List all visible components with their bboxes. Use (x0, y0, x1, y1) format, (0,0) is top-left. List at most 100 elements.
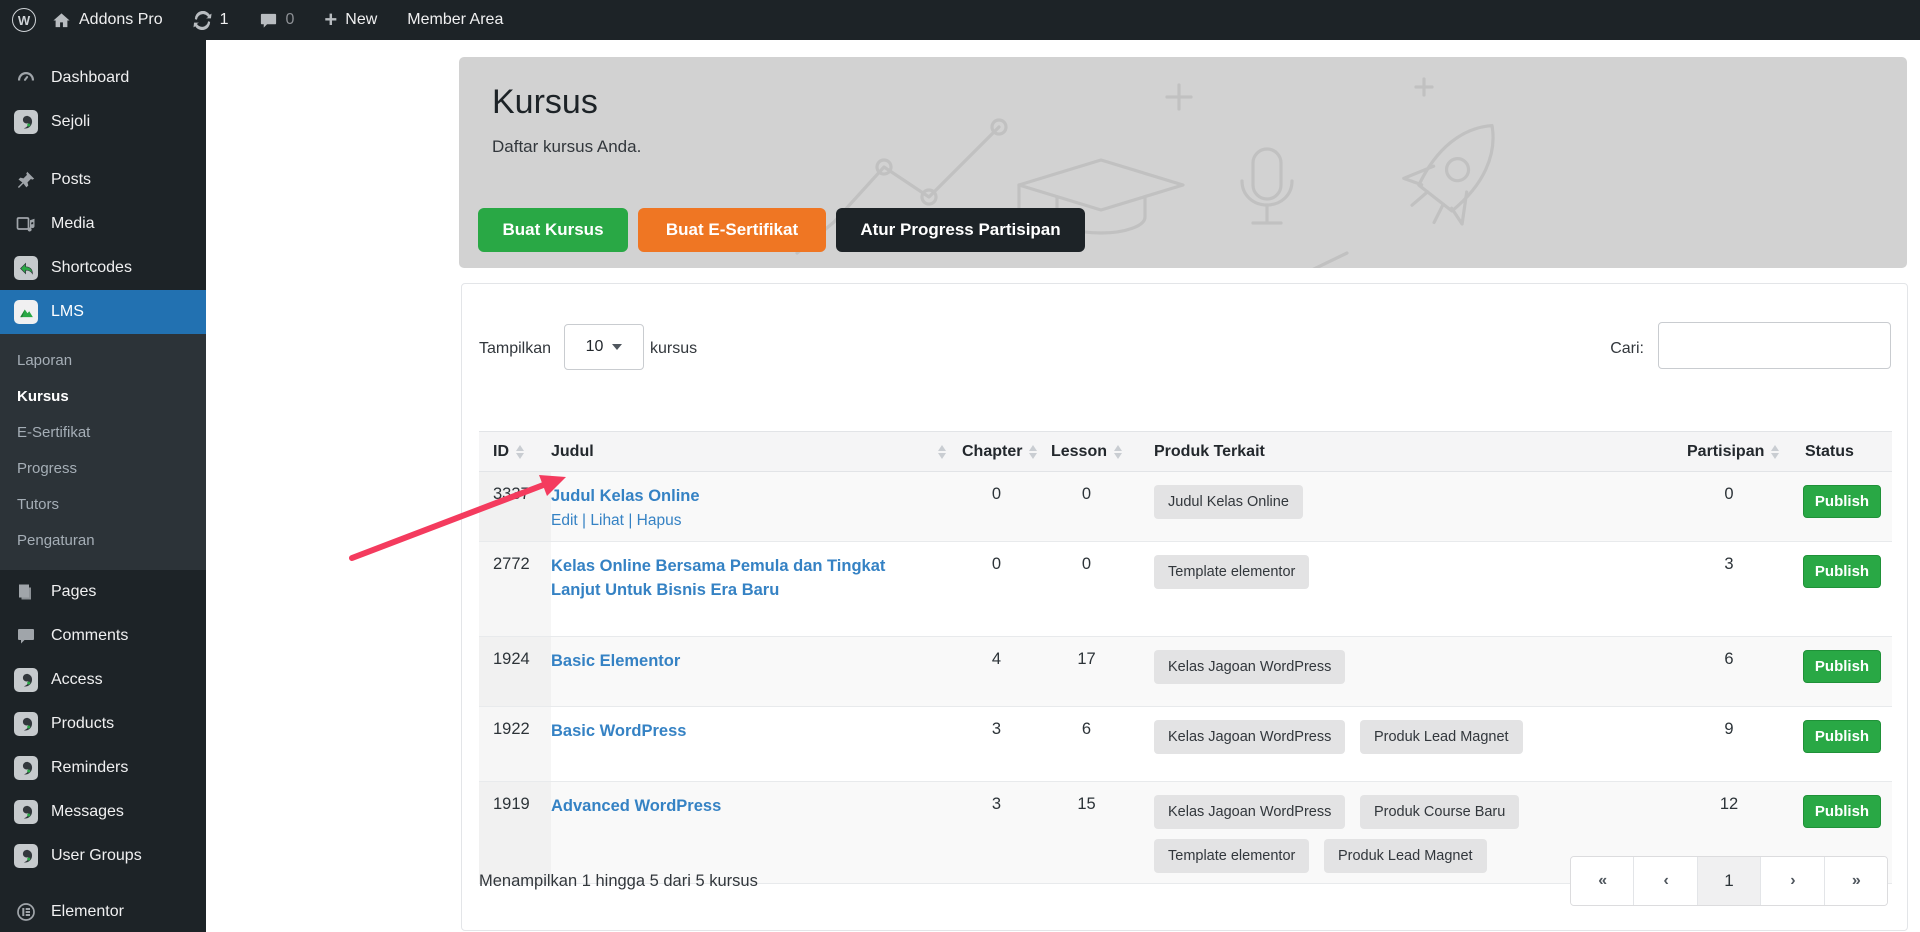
atur-progress-partisipan-button[interactable]: Atur Progress Partisipan (836, 208, 1085, 252)
row-actions: Edit | Lihat | Hapus (551, 512, 954, 530)
header-partisipan[interactable]: Partisipan (1679, 432, 1779, 472)
sidebar-item-access[interactable]: Access (0, 658, 206, 702)
dropdown-caret-icon (612, 344, 622, 350)
plus-icon: + (324, 11, 337, 29)
cell-id: 3337 (479, 472, 551, 542)
admin-bar: W Addons Pro 1 0 + New Member Area (0, 0, 1920, 40)
table-row: 3337 Judul Kelas Online Edit | Lihat | H… (479, 472, 1892, 542)
submenu-item-kursus[interactable]: Kursus (0, 378, 206, 414)
sidebar-item-media[interactable]: Media (0, 202, 206, 246)
header-produk-terkait: Produk Terkait (1134, 432, 1679, 472)
cell-judul: Kelas Online Bersama Pemula dan Tingkat … (551, 542, 954, 637)
new-label: New (345, 11, 377, 29)
submenu-item-laporan[interactable]: Laporan (0, 342, 206, 378)
sidebar-item-sejoli[interactable]: Sejoli (0, 100, 206, 144)
publish-status-button[interactable]: Publish (1803, 795, 1881, 828)
sidebar-item-label: Sejoli (51, 113, 90, 131)
publish-status-button[interactable]: Publish (1803, 555, 1881, 588)
last-page-button[interactable]: » (1824, 857, 1887, 905)
course-title-link[interactable]: Judul Kelas Online (551, 485, 700, 509)
submenu-item-e-sertifikat[interactable]: E-Sertifikat (0, 414, 206, 450)
site-name-menu[interactable]: Addons Pro (52, 11, 163, 30)
course-title-link[interactable]: Basic WordPress (551, 720, 686, 744)
page-number-button[interactable]: 1 (1697, 857, 1760, 905)
sort-icon (516, 445, 524, 459)
produk-tag: Template elementor (1154, 839, 1309, 873)
produk-tag: Produk Course Baru (1360, 795, 1519, 829)
sidebar-item-shortcodes[interactable]: Shortcodes (0, 246, 206, 290)
course-title-link[interactable]: Advanced WordPress (551, 795, 721, 819)
sidebar-item-reminders[interactable]: Reminders (0, 746, 206, 790)
cell-partisipan: 0 (1679, 472, 1779, 542)
header-lesson[interactable]: Lesson (1039, 432, 1134, 472)
shortcodes-icon (14, 256, 38, 280)
cell-partisipan: 6 (1679, 637, 1779, 707)
cell-judul: Advanced WordPress (551, 782, 954, 884)
sort-icon (1114, 445, 1122, 459)
submenu-item-progress[interactable]: Progress (0, 450, 206, 486)
sejoli-logo-icon (14, 756, 38, 780)
submenu-label: Laporan (17, 352, 72, 369)
pushpin-icon (14, 168, 38, 192)
updates-menu[interactable]: 1 (193, 11, 229, 30)
member-area-menu[interactable]: Member Area (407, 11, 503, 29)
cell-chapter: 0 (954, 472, 1039, 542)
submenu-item-tutors[interactable]: Tutors (0, 486, 206, 522)
cell-partisipan: 3 (1679, 542, 1779, 637)
edit-link[interactable]: Edit (551, 512, 578, 529)
sidebar-item-label: Reminders (51, 759, 128, 777)
produk-tag: Kelas Jagoan WordPress (1154, 720, 1345, 754)
courses-table-panel: Tampilkan 10 kursus Cari: ID Judul (461, 283, 1908, 931)
buat-e-sertifikat-button[interactable]: Buat E-Sertifikat (638, 208, 826, 252)
header-judul[interactable]: Judul (551, 432, 954, 472)
sidebar-item-user-groups[interactable]: User Groups (0, 834, 206, 878)
next-page-button[interactable]: › (1760, 857, 1823, 905)
cell-id: 1919 (479, 782, 551, 884)
course-title-link[interactable]: Kelas Online Bersama Pemula dan Tingkat … (551, 555, 891, 603)
wordpress-logo-icon[interactable]: W (12, 8, 36, 32)
buat-kursus-button[interactable]: Buat Kursus (478, 208, 628, 252)
hapus-link[interactable]: Hapus (637, 512, 682, 529)
sidebar-item-lms[interactable]: LMS (0, 290, 206, 334)
admin-sidebar: Dashboard Sejoli Posts Media Shortcodes (0, 40, 206, 932)
sidebar-item-messages[interactable]: Messages (0, 790, 206, 834)
course-title-link[interactable]: Basic Elementor (551, 650, 680, 674)
sidebar-item-products[interactable]: Products (0, 702, 206, 746)
sidebar-item-pages[interactable]: Pages (0, 570, 206, 614)
lihat-link[interactable]: Lihat (590, 512, 624, 529)
cell-lesson: 0 (1039, 472, 1134, 542)
cell-lesson: 6 (1039, 707, 1134, 782)
header-label: ID (493, 443, 509, 461)
publish-status-button[interactable]: Publish (1803, 650, 1881, 683)
sidebar-item-label: Pages (51, 583, 96, 601)
sidebar-item-comments[interactable]: Comments (0, 614, 206, 658)
new-menu[interactable]: + New (324, 11, 377, 29)
table-summary: Menampilkan 1 hingga 5 dari 5 kursus (479, 872, 758, 891)
page-size-select[interactable]: 10 (564, 324, 644, 370)
elementor-icon (14, 900, 38, 924)
page-header-banner: Kursus Daftar kursus Anda. Buat Kursus B… (459, 57, 1907, 268)
header-id[interactable]: ID (479, 432, 551, 472)
sidebar-item-label: Dashboard (51, 69, 129, 87)
table-row: 1924 Basic Elementor 4 17 Kelas Jagoan W… (479, 637, 1892, 707)
header-label: Produk Terkait (1154, 443, 1265, 460)
publish-status-button[interactable]: Publish (1803, 720, 1881, 753)
first-page-button[interactable]: « (1571, 857, 1633, 905)
cell-produk: Kelas Jagoan WordPress Produk Lead Magne… (1134, 707, 1679, 782)
header-label: Lesson (1051, 443, 1107, 461)
submenu-item-pengaturan[interactable]: Pengaturan (0, 522, 206, 558)
sidebar-item-posts[interactable]: Posts (0, 158, 206, 202)
sidebar-item-elementor[interactable]: Elementor (0, 890, 206, 932)
sidebar-item-dashboard[interactable]: Dashboard (0, 56, 206, 100)
prev-page-button[interactable]: ‹ (1633, 857, 1696, 905)
comments-menu[interactable]: 0 (259, 11, 295, 30)
cell-chapter: 0 (954, 542, 1039, 637)
entries-unit-label: kursus (650, 340, 697, 358)
publish-status-button[interactable]: Publish (1803, 485, 1881, 518)
sort-icon (1029, 445, 1037, 459)
table-row: 2772 Kelas Online Bersama Pemula dan Tin… (479, 542, 1892, 637)
comment-icon (14, 624, 38, 648)
header-chapter[interactable]: Chapter (954, 432, 1039, 472)
cell-lesson: 0 (1039, 542, 1134, 637)
search-input[interactable] (1658, 322, 1891, 369)
